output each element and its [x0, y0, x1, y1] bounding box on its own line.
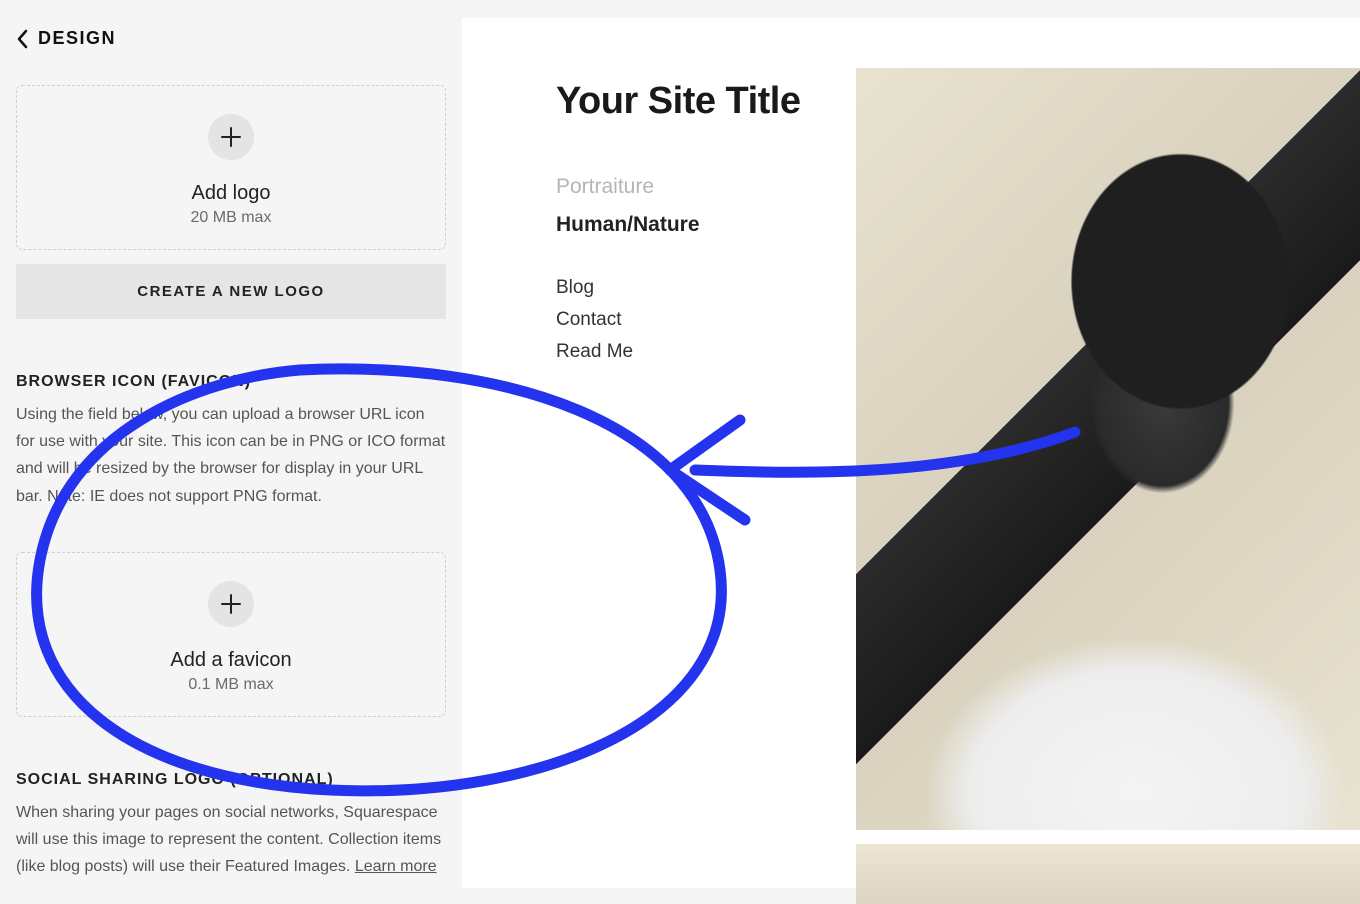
plus-icon — [208, 114, 254, 160]
site-preview: Your Site Title Portraiture Human/Nature… — [462, 18, 1360, 888]
logo-upload-dropzone[interactable]: Add logo 20 MB max — [16, 85, 446, 250]
portrait-image — [856, 68, 1360, 830]
favicon-upload-title: Add a favicon — [170, 649, 291, 672]
plus-icon — [208, 581, 254, 627]
chevron-left-icon — [16, 29, 30, 49]
favicon-section-desc: Using the field below, you can upload a … — [16, 401, 446, 510]
portrait-image-2 — [856, 844, 1360, 904]
nav-item-blog[interactable]: Blog — [556, 277, 856, 299]
social-section-desc: When sharing your pages on social networ… — [16, 799, 446, 881]
favicon-section-heading: BROWSER ICON (FAVICON) — [16, 373, 446, 391]
favicon-upload-sub: 0.1 MB max — [188, 676, 273, 694]
back-label: DESIGN — [38, 28, 116, 49]
nav-item-portraiture[interactable]: Portraiture — [556, 175, 856, 199]
learn-more-link[interactable]: Learn more — [355, 858, 437, 875]
create-new-logo-button[interactable]: CREATE A NEW LOGO — [16, 264, 446, 319]
site-title[interactable]: Your Site Title — [556, 80, 856, 123]
nav-item-human-nature[interactable]: Human/Nature — [556, 213, 856, 237]
social-section-heading: SOCIAL SHARING LOGO (OPTIONAL) — [16, 771, 446, 789]
preview-image-column — [856, 68, 1360, 904]
preview-nav: Your Site Title Portraiture Human/Nature… — [556, 80, 856, 373]
nav-item-readme[interactable]: Read Me — [556, 341, 856, 363]
logo-upload-title: Add logo — [192, 182, 271, 205]
back-to-design[interactable]: DESIGN — [16, 28, 446, 49]
favicon-upload-dropzone[interactable]: Add a favicon 0.1 MB max — [16, 552, 446, 717]
design-sidebar: DESIGN Add logo 20 MB max CREATE A NEW L… — [0, 0, 462, 888]
logo-upload-sub: 20 MB max — [191, 209, 272, 227]
nav-item-contact[interactable]: Contact — [556, 309, 856, 331]
